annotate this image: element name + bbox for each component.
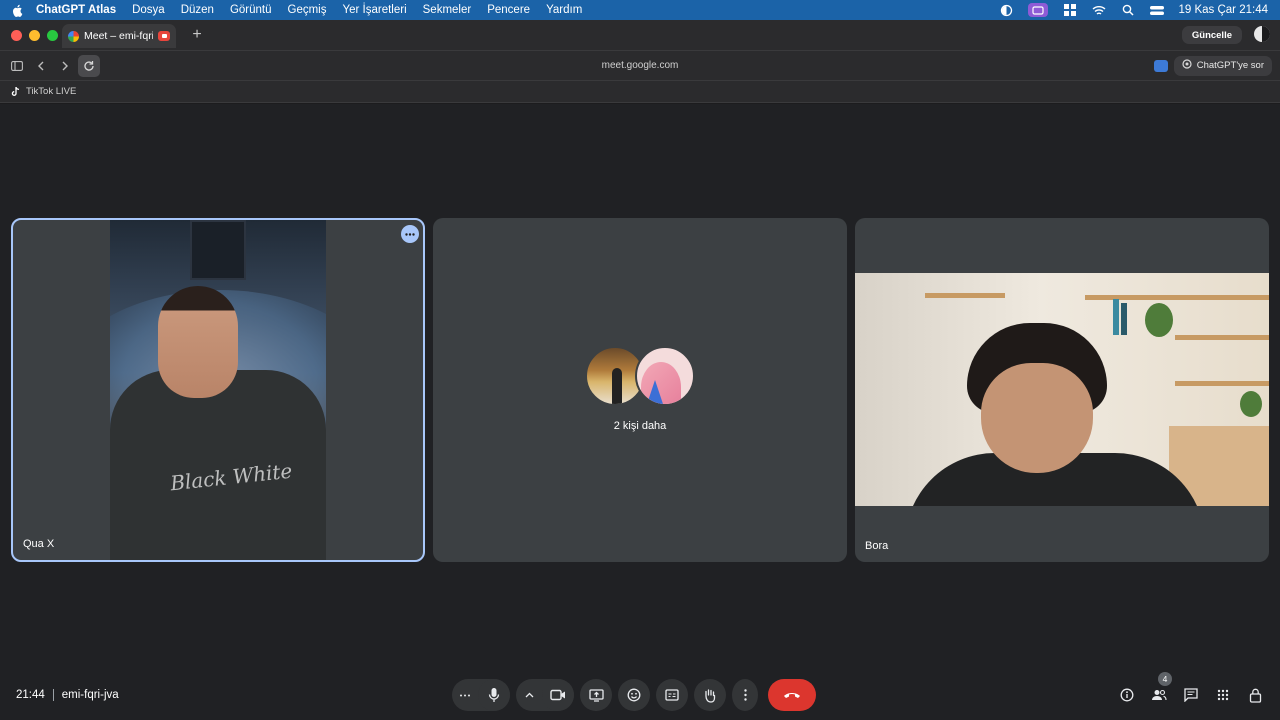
audio-options-icon[interactable] — [452, 679, 478, 711]
present-icon[interactable] — [580, 679, 612, 711]
apple-icon[interactable] — [10, 3, 24, 17]
tile-more-options-icon[interactable] — [401, 225, 419, 243]
window-controls — [0, 29, 62, 41]
participant-count-badge: 4 — [1158, 672, 1172, 686]
menu-pencere[interactable]: Pencere — [479, 4, 538, 16]
mic-icon[interactable] — [478, 679, 510, 711]
menu-yardim[interactable]: Yardım — [538, 4, 590, 16]
app-menu[interactable]: ChatGPT Atlas — [36, 4, 124, 16]
meet-control-bar: 21:44 emi-fqri-jva 4 — [0, 672, 1280, 715]
translate-extension-icon[interactable] — [1153, 59, 1168, 72]
participant-tile-qua-x[interactable]: Black White Qua X — [11, 218, 425, 562]
meeting-tools: 4 — [1114, 672, 1268, 711]
tiktok-icon — [10, 86, 20, 97]
bookmark-tiktok-live[interactable]: TikTok LIVE — [26, 86, 76, 97]
url-text[interactable]: meet.google.com — [602, 60, 679, 71]
ask-chatgpt-button[interactable]: ChatGPT'ye sor — [1173, 55, 1272, 76]
menu-sekmeler[interactable]: Sekmeler — [415, 4, 480, 16]
other-participants-avatars — [585, 346, 697, 408]
sidebar-toggle-icon[interactable] — [6, 55, 28, 77]
participant-video — [855, 273, 1269, 506]
menu-yer-isaretleri[interactable]: Yer İşaretleri — [335, 4, 415, 16]
meet-favicon-icon — [68, 30, 79, 42]
raise-hand-icon[interactable] — [694, 679, 726, 711]
bookmarks-bar: TikTok LIVE — [0, 80, 1280, 103]
chatgpt-icon — [1182, 59, 1192, 72]
back-icon[interactable] — [30, 55, 52, 77]
zoom-window-button[interactable] — [47, 29, 58, 41]
participant-tile-bora[interactable]: Bora — [855, 218, 1269, 562]
activities-icon[interactable] — [1210, 679, 1236, 711]
menu-dosya[interactable]: Dosya — [124, 4, 173, 16]
update-button[interactable]: Güncelle — [1181, 26, 1242, 44]
new-tab-button[interactable]: + — [188, 26, 206, 44]
participant-video: Black White — [110, 220, 326, 560]
ask-chatgpt-label: ChatGPT'ye sor — [1196, 60, 1264, 71]
meeting-time: 21:44 — [16, 689, 45, 701]
call-controls — [452, 679, 816, 711]
info-icon[interactable] — [1114, 679, 1140, 711]
screen-record-icon[interactable] — [1028, 3, 1049, 17]
meet-stage: Black White Qua X 2 kişi daha Bora 21:44… — [0, 104, 1280, 720]
avatar — [635, 346, 695, 406]
menu-gecmis[interactable]: Geçmiş — [280, 4, 335, 16]
divider — [52, 689, 54, 701]
camera-options-chevron-icon[interactable] — [516, 679, 542, 711]
menu-goruntu[interactable]: Görüntü — [222, 4, 280, 16]
minimize-window-button[interactable] — [29, 29, 40, 41]
people-icon[interactable]: 4 — [1146, 672, 1172, 711]
tab-title: Meet – emi-fqri-jva — [84, 30, 153, 42]
hangup-icon[interactable] — [768, 679, 816, 711]
participant-tile-others[interactable]: 2 kişi daha — [433, 218, 847, 562]
participant-name: Qua X — [23, 538, 55, 550]
address-bar: meet.google.com — [0, 51, 1280, 81]
menu-duzen[interactable]: Düzen — [173, 4, 222, 16]
control-center-icon[interactable] — [1149, 4, 1164, 17]
browser-toolbar: meet.google.com ChatGPT'ye sor — [0, 50, 1280, 80]
window-grid-icon[interactable] — [1062, 4, 1077, 17]
reload-icon[interactable] — [78, 54, 100, 77]
spotlight-search-icon[interactable] — [1120, 4, 1135, 17]
menu-bar-clock[interactable]: 19 Kas Çar 21:44 — [1178, 4, 1268, 16]
lock-icon[interactable] — [1242, 679, 1268, 711]
camera-control-group — [516, 679, 574, 711]
profile-avatar[interactable] — [1254, 26, 1270, 42]
forward-icon[interactable] — [54, 55, 76, 77]
meeting-details: 21:44 emi-fqri-jva — [16, 689, 119, 701]
browser-tab-bar: Meet – emi-fqri-jva + Güncelle — [0, 20, 1280, 50]
close-window-button[interactable] — [11, 29, 22, 41]
more-vert-icon[interactable] — [732, 679, 758, 711]
emoji-icon[interactable] — [618, 679, 650, 711]
chat-icon[interactable] — [1178, 679, 1204, 711]
meeting-code: emi-fqri-jva — [61, 689, 119, 701]
macos-menu-bar: ChatGPT Atlas Dosya Düzen Görüntü Geçmiş… — [0, 0, 1280, 20]
mic-control-group — [452, 679, 510, 711]
record-icon — [158, 31, 170, 41]
focus-icon[interactable] — [999, 4, 1014, 17]
wifi-icon[interactable] — [1091, 4, 1106, 17]
more-participants-label: 2 kişi daha — [613, 420, 667, 432]
participant-name: Bora — [865, 540, 889, 552]
captions-icon[interactable] — [656, 679, 688, 711]
camera-icon[interactable] — [542, 679, 574, 711]
tab-meet[interactable]: Meet – emi-fqri-jva — [62, 24, 176, 48]
